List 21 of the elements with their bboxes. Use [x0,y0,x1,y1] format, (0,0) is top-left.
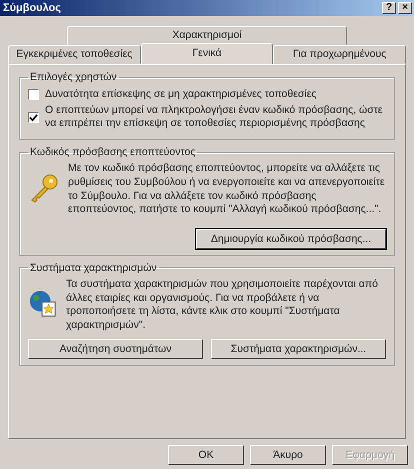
dialog-button[interactable]: OK [168,445,244,465]
checkbox-label: Δυνατότητα επίσκεψης σε μη χαρακτηρισμένες τοποθεσίες [45,88,316,102]
close-button[interactable]: × [398,2,412,14]
rating-systems-button[interactable]: Αναζήτηση συστημάτων [28,338,203,358]
tab[interactable]: Χαρακτηρισμοί [67,26,347,45]
dialog-button[interactable]: Άκυρο [250,445,326,465]
checkbox-label: Ο εποπτεύων μπορεί να πληκτρολογήσει έναν κωδικό πρόσβασης, ώστε να επιτρέπει την επίσκεψη σε τοποθεσίες περιορισμένης πρόσβασης [45,104,384,130]
tab[interactable]: Γενικά [140,43,274,64]
checkbox[interactable] [28,112,39,123]
group-title: Συστήματα χαρακτηρισμών [29,262,158,274]
description-text: Με τον κωδικό πρόσβασης εποπτεύοντος, μπορείτε να αλλάξετε τις ρυθμίσεις του Συμβούλου ή να ενεργοποιείτε και να απενεργοποιείτε το Σύμβουλο. Για να αλλάξετε τον κωδικό πρόσβασης εποπτεύοντος, πατήστε το κουμπί "Αλλαγή κωδικού πρόσβασης...". [68,162,386,217]
group-title: Επιλογές χρηστών [29,71,118,83]
create-password-button[interactable]: Δημιουργία κωδικού πρόσβασης... [196,228,386,249]
group-title: Κωδικός πρόσβασης εποπτεύοντος [29,146,196,158]
description-text: Τα συστήματα χαρακτηρισμών που χρησιμοποιείτε παρέχονται από άλλες εταιρίες και οργανισμούς. Για να προβάλετε ή να τροποποιήσετε τη λίστα, κάντε κλικ στο κουμπί "Συστήματα χαρακτηρισμών". [66,278,379,332]
tab[interactable]: Για προχωρημένους [273,45,406,64]
rating-systems-button[interactable]: Συστήματα χαρακτηρισμών... [211,338,386,358]
tab[interactable]: Εγκεκριμένες τοποθεσίες [8,45,141,64]
window-title: Σύμβουλος [3,2,61,14]
help-button[interactable]: ? [382,2,396,14]
checkbox[interactable] [28,89,39,100]
